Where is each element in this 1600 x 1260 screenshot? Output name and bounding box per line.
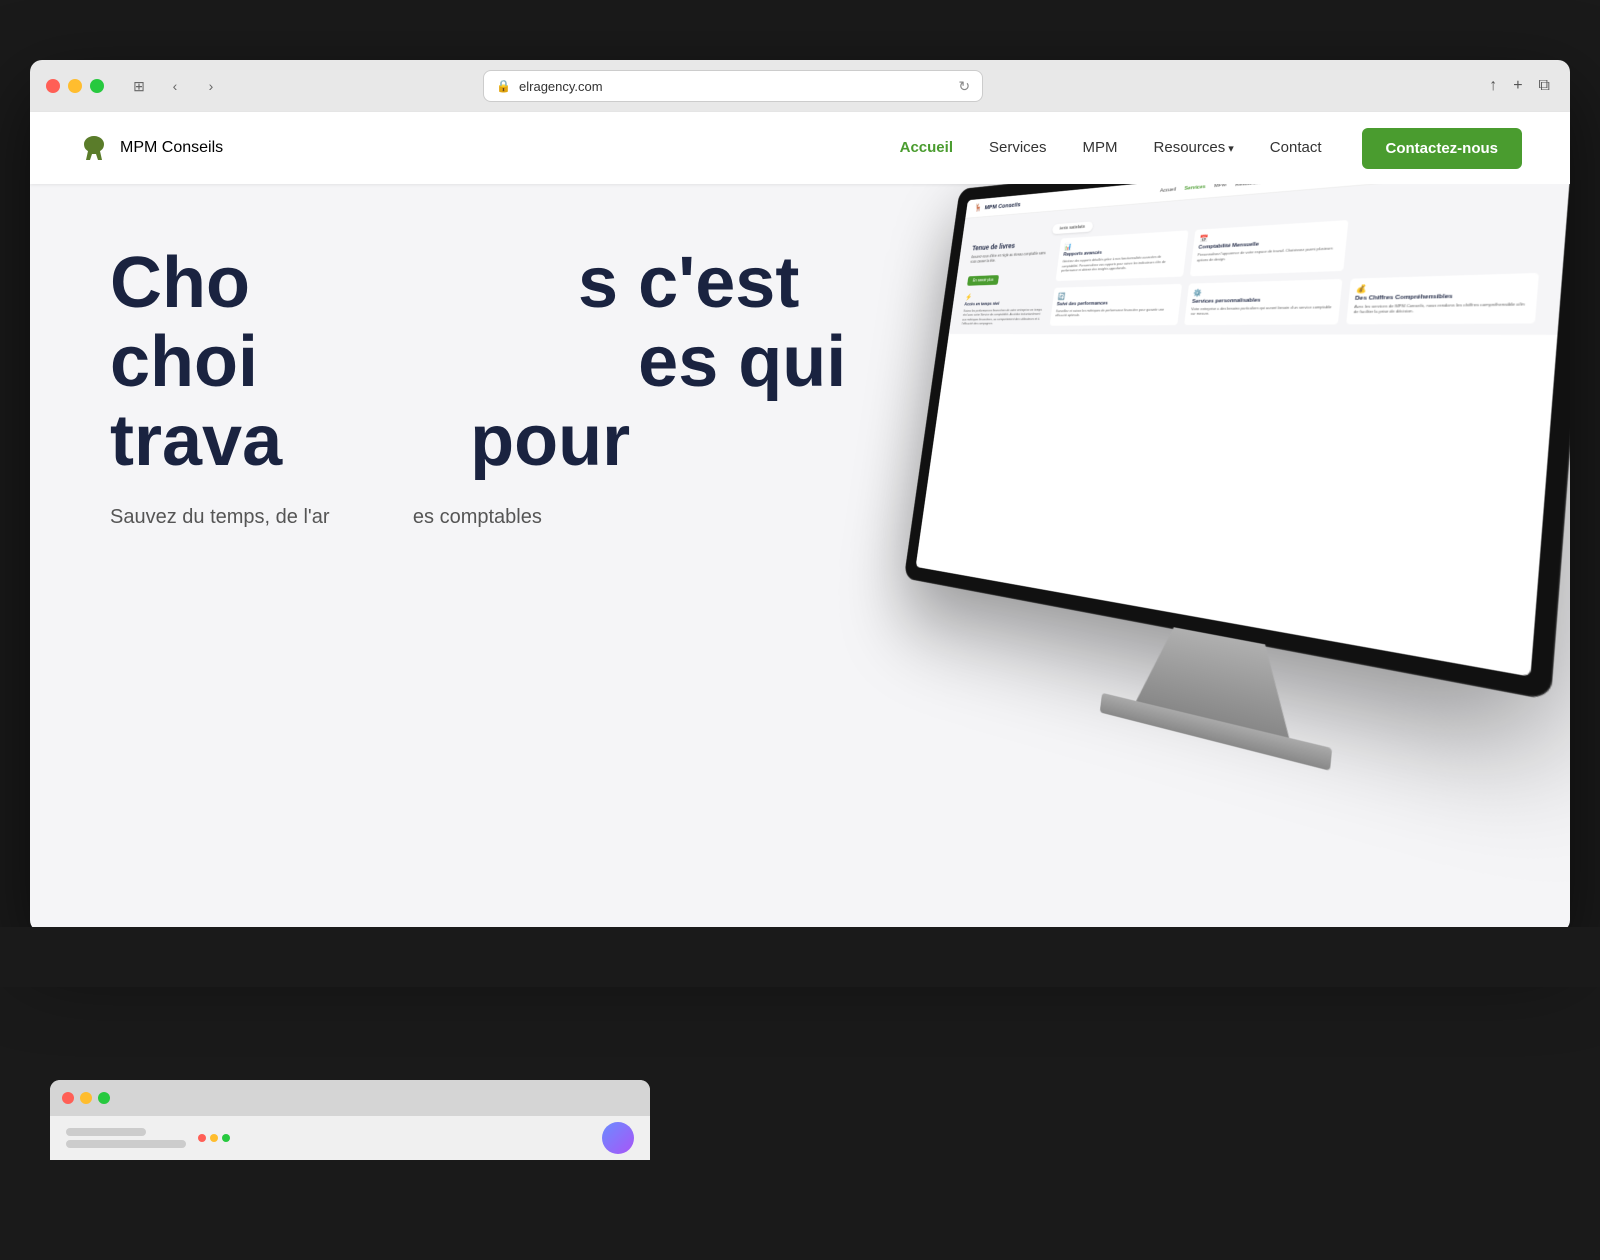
sidebar-icon: ⊞ <box>133 78 145 95</box>
second-browser-lines <box>66 1128 186 1148</box>
second-traffic-lights <box>62 1092 110 1104</box>
tabs-button[interactable]: ⧉ <box>1535 73 1554 99</box>
second-browser-line-2 <box>66 1140 186 1148</box>
inner-cta-btn: En savoir plus <box>967 275 999 286</box>
bottom-bar <box>0 927 1600 987</box>
minimize-button[interactable] <box>68 79 82 93</box>
inner-chiffres-text: Avec les services de MPM Conseils, nous … <box>1353 301 1529 315</box>
second-dot-yellow <box>210 1134 218 1142</box>
second-browser-content <box>50 1116 650 1160</box>
logo-icon <box>78 132 110 164</box>
hero-section: Choisis MPM s c'est choisir des genes qu… <box>30 184 1570 924</box>
second-browser-avatar <box>602 1122 634 1154</box>
second-browser-dots <box>198 1134 230 1142</box>
inner-service-comptabilite: 📅 Comptabilité Mensuelle Personnalisez l… <box>1190 220 1349 276</box>
close-button[interactable] <box>46 79 60 93</box>
nav-link-resources[interactable]: Resources <box>1154 139 1234 156</box>
new-tab-button[interactable]: + <box>1509 73 1526 99</box>
hero-title: Choisis MPM s c'est choisir des genes qu… <box>110 244 846 482</box>
lock-icon: 🔒 <box>496 79 511 93</box>
forward-button[interactable]: › <box>196 72 226 100</box>
inner-personnalise-text: Votre entreprise a des besoins particuli… <box>1190 304 1333 317</box>
second-dot-red <box>198 1134 206 1142</box>
inner-suivi-title: Suivi des performances <box>1056 299 1175 307</box>
inner-sidebar-title: Tenue de livres <box>972 239 1054 252</box>
nav-link-accueil[interactable]: Accueil <box>900 139 953 156</box>
sidebar-toggle-button[interactable]: ⊞ <box>124 72 154 100</box>
inner-personnalise-icon: ⚙️ <box>1193 285 1336 297</box>
inner-link-resources: Resources ▾ <box>1235 184 1266 188</box>
website-content: MPM Conseils Accueil Services MPM Resour… <box>30 112 1570 932</box>
second-close-button[interactable] <box>62 1092 74 1104</box>
inner-link-mpm: MPM <box>1214 184 1227 190</box>
inner-badge: ients satisfaits <box>1052 221 1093 234</box>
forward-icon: › <box>209 78 214 94</box>
inner-chiffres-title: Des Chiffres Compréhensibles <box>1355 292 1530 302</box>
second-dot-green <box>222 1134 230 1142</box>
maximize-button[interactable] <box>90 79 104 93</box>
second-browser-line-1 <box>66 1128 146 1136</box>
inner-personnalise-title: Services personnalisables <box>1192 296 1335 305</box>
inner-service-rapports: 📊 Rapports avancés Générez des rapports … <box>1056 230 1189 281</box>
address-bar: 🔒 ↻ <box>483 70 983 102</box>
nav-link-mpm[interactable]: MPM <box>1083 139 1118 156</box>
inner-service-chiffres: 💰 Des Chiffres Compréhensibles Avec les … <box>1346 273 1539 325</box>
inner-service-suivi: 🔄 Suivi des performances Surveillez et s… <box>1050 284 1183 326</box>
second-minimize-button[interactable] <box>80 1092 92 1104</box>
traffic-lights <box>46 79 104 93</box>
back-icon: ‹ <box>173 78 178 94</box>
inner-sidebar: Tenue de livres Assurez-vous d'être en r… <box>961 239 1054 326</box>
refresh-icon[interactable]: ↻ <box>958 78 970 95</box>
nav-logo: MPM Conseils <box>78 132 223 164</box>
main-nav: MPM Conseils Accueil Services MPM Resour… <box>30 112 1570 184</box>
monitor-wrapper: 🦌 MPM Conseils Accueil Services MPM Reso… <box>892 184 1570 871</box>
nav-link-services[interactable]: Services <box>989 139 1047 156</box>
second-maximize-button[interactable] <box>98 1092 110 1104</box>
hero-text: Choisis MPM s c'est choisir des genes qu… <box>110 244 846 545</box>
second-browser-titlebar <box>50 1080 650 1116</box>
inner-logo-text: MPM Conseils <box>984 201 1021 211</box>
inner-service-personnalise: ⚙️ Services personnalisables Votre entre… <box>1184 279 1342 325</box>
cta-button[interactable]: Contactez-nous <box>1362 128 1523 169</box>
browser-actions: ↑ + ⧉ <box>1485 73 1554 99</box>
nav-link-contact[interactable]: Contact <box>1270 139 1322 156</box>
back-button[interactable]: ‹ <box>160 72 190 100</box>
inner-sidebar-text: Assurez-vous d'être en règle au niveau c… <box>970 251 1052 265</box>
inner-logo-icon: 🦌 <box>974 203 983 212</box>
browser-titlebar: ⊞ ‹ › 🔒 ↻ ↑ + ⧉ <box>30 60 1570 112</box>
inner-suivi-text: Surveillez et suivez les métriques de pe… <box>1055 307 1174 318</box>
nav-links: Accueil Services MPM Resources Contact <box>900 139 1322 157</box>
monitor-mockup: 🦌 MPM Conseils Accueil Services MPM Reso… <box>830 184 1570 894</box>
url-input[interactable] <box>519 79 950 94</box>
share-button[interactable]: ↑ <box>1485 73 1501 99</box>
inner-logo: 🦌 MPM Conseils <box>974 200 1022 213</box>
logo-text: MPM Conseils <box>120 139 223 157</box>
inner-link-accueil: Accueil <box>1160 187 1177 195</box>
hero-subtitle: Sauvez du temps, de l'argent et... es co… <box>110 506 846 529</box>
second-browser-window <box>50 1080 650 1160</box>
inner-suivi-icon: 🔄 <box>1057 289 1176 300</box>
inner-content: Tenue de livres Assurez-vous d'être en r… <box>959 207 1550 326</box>
browser-window: ⊞ ‹ › 🔒 ↻ ↑ + ⧉ <box>30 60 1570 932</box>
browser-controls: ⊞ ‹ › <box>124 72 226 100</box>
inner-services-grid: 📊 Rapports avancés Générez des rapports … <box>1050 207 1545 325</box>
inner-link-services: Services <box>1184 184 1206 192</box>
